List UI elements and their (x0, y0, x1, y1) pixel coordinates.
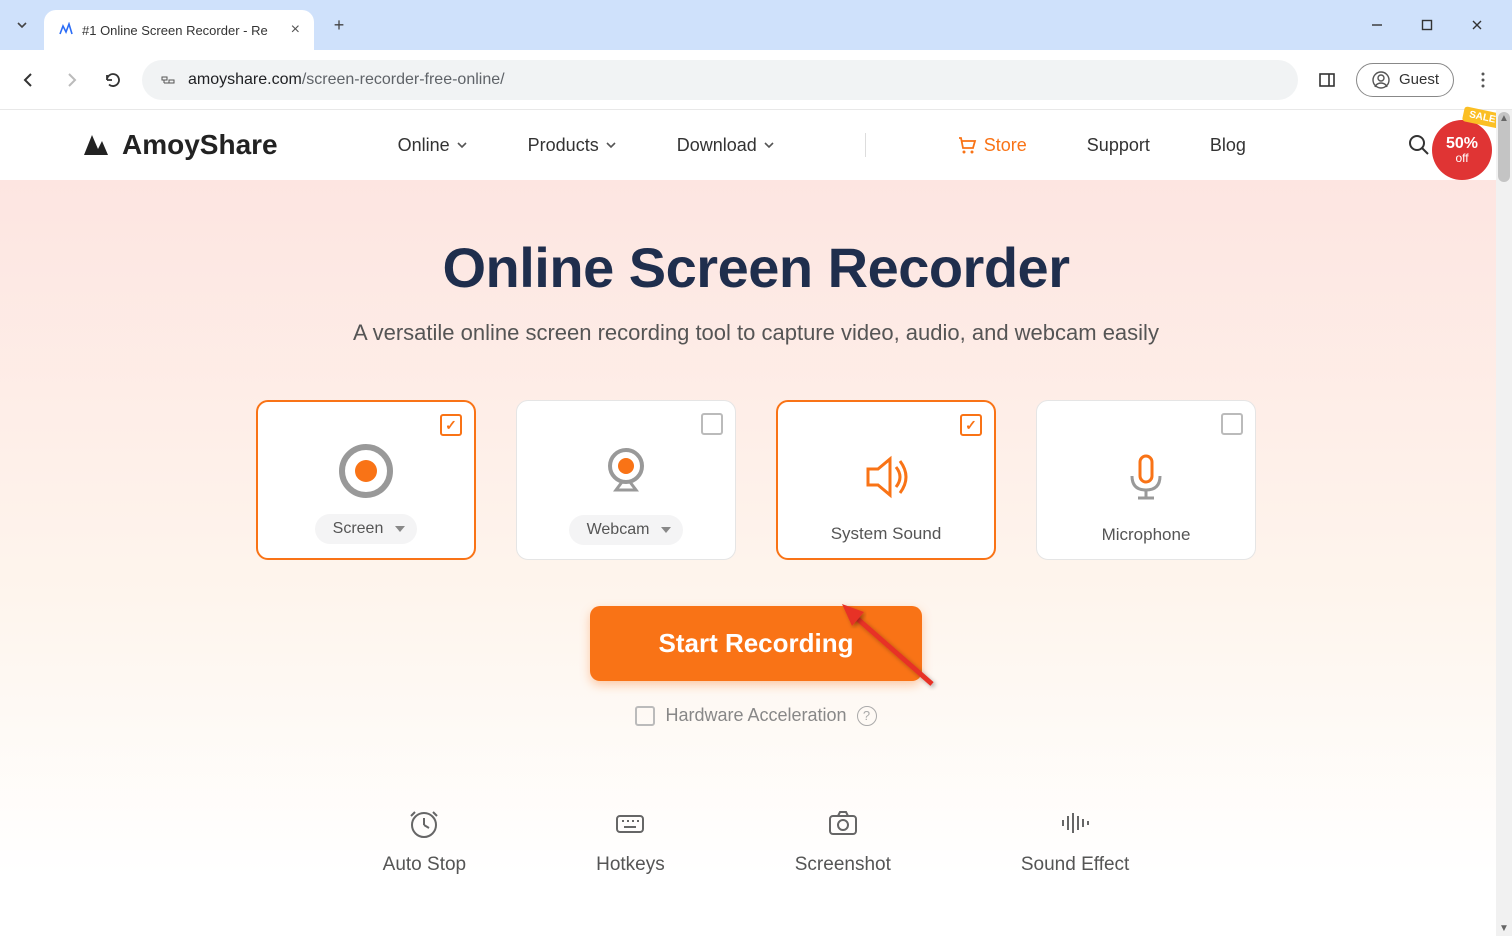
maximize-icon (1421, 19, 1433, 31)
person-icon (1371, 70, 1391, 90)
page-content: AmoyShare Online Products Download Store… (0, 110, 1512, 876)
chevron-down-icon (605, 139, 617, 151)
hardware-acceleration-toggle[interactable]: Hardware Acceleration ? (0, 705, 1512, 726)
search-button[interactable] (1406, 132, 1432, 158)
clock-icon (407, 806, 441, 840)
nav-separator (865, 133, 866, 157)
system-sound-label: System Sound (831, 524, 942, 544)
option-webcam[interactable]: Webcam (516, 400, 736, 560)
sale-circle: 50% off (1432, 120, 1492, 180)
cart-icon (956, 134, 978, 156)
forward-button[interactable] (58, 67, 84, 93)
checkbox-webcam[interactable] (701, 413, 723, 435)
feature-hotkeys[interactable]: Hotkeys (596, 806, 665, 876)
browser-tab-bar: #1 Online Screen Recorder - Re × + (0, 0, 1512, 50)
microphone-label: Microphone (1102, 525, 1191, 545)
brand-icon (80, 129, 112, 161)
minimize-icon (1370, 18, 1384, 32)
page-subtitle: A versatile online screen recording tool… (0, 320, 1512, 346)
soundwave-icon (1058, 806, 1092, 840)
maximize-button[interactable] (1412, 10, 1442, 40)
option-microphone[interactable]: Microphone (1036, 400, 1256, 560)
chevron-down-icon (456, 139, 468, 151)
site-header: AmoyShare Online Products Download Store… (0, 110, 1512, 180)
feature-sound-effect[interactable]: Sound Effect (1021, 806, 1129, 876)
chevron-down-icon (763, 139, 775, 151)
checkbox-system-sound[interactable] (960, 414, 982, 436)
checkbox-screen[interactable] (440, 414, 462, 436)
option-screen[interactable]: Screen (256, 400, 476, 560)
arrow-right-icon (61, 70, 81, 90)
new-tab-button[interactable]: + (324, 10, 354, 40)
features-row: Auto Stop Hotkeys Screenshot Sound Effec… (0, 806, 1512, 876)
window-controls (1362, 10, 1504, 40)
nav-online[interactable]: Online (398, 135, 468, 156)
minimize-button[interactable] (1362, 10, 1392, 40)
checkbox-microphone[interactable] (1221, 413, 1243, 435)
nav-products[interactable]: Products (528, 135, 617, 156)
nav-blog[interactable]: Blog (1210, 135, 1246, 156)
webcam-select[interactable]: Webcam (569, 515, 684, 545)
page-title: Online Screen Recorder (0, 235, 1512, 300)
side-panel-button[interactable] (1314, 67, 1340, 93)
screen-select[interactable]: Screen (315, 514, 418, 544)
search-icon (1407, 133, 1431, 157)
site-info-icon[interactable] (158, 70, 178, 90)
brand-name: AmoyShare (122, 129, 278, 161)
nav-support[interactable]: Support (1087, 135, 1150, 156)
close-icon (1470, 18, 1484, 32)
panel-icon (1317, 70, 1337, 90)
close-icon[interactable]: × (291, 21, 300, 39)
camera-icon (826, 806, 860, 840)
feature-screenshot[interactable]: Screenshot (795, 806, 891, 876)
brand-logo[interactable]: AmoyShare (80, 129, 278, 161)
back-button[interactable] (16, 67, 42, 93)
reload-button[interactable] (100, 67, 126, 93)
scrollbar-track[interactable] (1496, 110, 1512, 936)
url-text: amoyshare.com/screen-recorder-free-onlin… (188, 71, 505, 89)
browser-tab[interactable]: #1 Online Screen Recorder - Re × (44, 10, 314, 50)
sale-badge[interactable]: SALE 50% off (1432, 112, 1500, 180)
recording-options: Screen Webcam System Sound (0, 400, 1512, 560)
start-recording-button[interactable]: Start Recording (590, 606, 921, 681)
option-system-sound[interactable]: System Sound (776, 400, 996, 560)
kebab-icon (1474, 71, 1492, 89)
browser-toolbar: amoyshare.com/screen-recorder-free-onlin… (0, 50, 1512, 110)
tab-search-button[interactable] (8, 11, 36, 39)
hw-accel-label: Hardware Acceleration (665, 705, 846, 726)
nav-download[interactable]: Download (677, 135, 775, 156)
help-icon[interactable]: ? (857, 706, 877, 726)
tab-title: #1 Online Screen Recorder - Re (82, 23, 283, 38)
scroll-up-button[interactable]: ▲ (1496, 110, 1512, 126)
speaker-icon (855, 446, 917, 508)
guest-label: Guest (1399, 71, 1439, 88)
keyboard-icon (613, 806, 647, 840)
menu-button[interactable] (1470, 67, 1496, 93)
nav-store[interactable]: Store (956, 134, 1027, 156)
reload-icon (103, 70, 123, 90)
profile-badge[interactable]: Guest (1356, 63, 1454, 97)
chevron-down-icon (15, 18, 29, 32)
favicon-icon (58, 22, 74, 38)
arrow-left-icon (19, 70, 39, 90)
checkbox-hw-accel[interactable] (635, 706, 655, 726)
feature-auto-stop[interactable]: Auto Stop (383, 806, 466, 876)
close-window-button[interactable] (1462, 10, 1492, 40)
webcam-icon (595, 441, 657, 503)
address-bar[interactable]: amoyshare.com/screen-recorder-free-onlin… (142, 60, 1298, 100)
hero-section: Online Screen Recorder A versatile onlin… (0, 180, 1512, 876)
screen-icon (335, 440, 397, 502)
microphone-icon (1115, 447, 1177, 509)
scroll-down-button[interactable]: ▼ (1496, 920, 1512, 936)
main-nav: Online Products Download Store Support B… (398, 133, 1246, 157)
